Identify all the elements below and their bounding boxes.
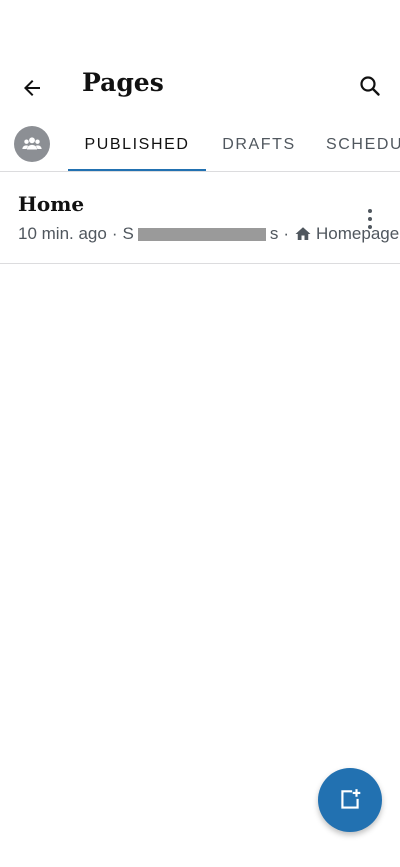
app-bar: Pages <box>0 56 400 116</box>
redacted-block <box>137 227 266 241</box>
more-dot <box>368 217 372 221</box>
back-button[interactable] <box>14 70 50 106</box>
page-item-status-start: S <box>122 224 134 243</box>
page-title: Pages <box>82 68 164 97</box>
meta-separator: · <box>111 224 118 243</box>
more-dot <box>368 225 372 229</box>
search-button[interactable] <box>352 68 388 104</box>
search-icon <box>360 76 380 96</box>
meta-separator: · <box>283 224 290 243</box>
pages-list: Home 10 min. ago · S s · Homepage <box>0 172 400 264</box>
tab-published[interactable]: PUBLISHED <box>68 118 206 171</box>
tab-bar: PUBLISHED DRAFTS SCHEDULED <box>0 118 400 172</box>
active-tab-indicator <box>68 169 206 171</box>
list-item[interactable]: Home 10 min. ago · S s · Homepage <box>0 172 400 264</box>
arrow-left-icon <box>24 80 40 96</box>
tab-scheduled[interactable]: SCHEDULED <box>312 118 400 171</box>
more-vertical-icon <box>368 209 372 213</box>
more-options-button[interactable] <box>358 204 382 234</box>
people-icon <box>22 137 42 150</box>
home-icon <box>294 225 312 243</box>
site-avatar[interactable] <box>14 126 50 162</box>
page-item-meta: 10 min. ago · S s · Homepage <box>18 224 399 244</box>
page-item-time: 10 min. ago <box>18 224 107 243</box>
tab-drafts[interactable]: DRAFTS <box>206 118 312 171</box>
add-page-icon <box>341 789 361 809</box>
page-item-title: Home <box>18 192 85 216</box>
page-item-status-end: s <box>269 224 279 243</box>
add-page-button[interactable] <box>318 768 382 832</box>
